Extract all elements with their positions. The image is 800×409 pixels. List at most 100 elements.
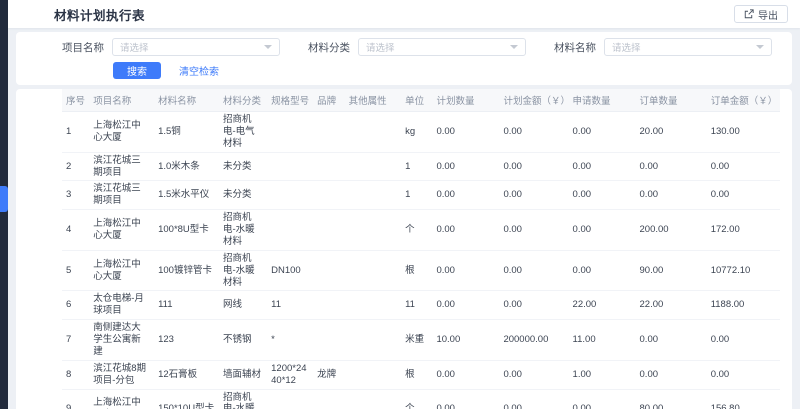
table-row[interactable]: 2滨江花城三期项目1.0米木条未分类10.000.000.000.000.00 xyxy=(62,152,780,181)
column-header: 其他属性 xyxy=(345,89,402,112)
table-cell: 网线 xyxy=(219,291,267,320)
table-row[interactable]: 3滨江花城三期项目1.5米水平仪未分类10.000.000.000.000.00 xyxy=(62,181,780,210)
clear-search-link[interactable]: 清空检索 xyxy=(179,63,219,78)
table-cell: 墙面辅材 xyxy=(219,360,267,389)
chevron-down-icon xyxy=(264,45,272,49)
table-cell: 上海松江中心大厦 xyxy=(89,389,154,409)
column-header: 序号 xyxy=(62,89,89,112)
filter-field-1: 项目名称请选择 xyxy=(62,38,280,56)
table-cell: 未分类 xyxy=(219,181,267,210)
filter-row: 项目名称请选择材料分类请选择材料名称请选择 xyxy=(62,38,778,56)
table-cell: 4 xyxy=(62,210,89,251)
table-row[interactable]: 8滨江花城8期项目-分包12石膏板墙面辅材1200*2440*12龙牌根0.00… xyxy=(62,360,780,389)
table-cell: 0.00 xyxy=(499,250,568,291)
column-header: 材料名称 xyxy=(154,89,219,112)
filter-select[interactable]: 请选择 xyxy=(604,38,772,56)
table-cell: 未分类 xyxy=(219,152,267,181)
table-cell: 20.00 xyxy=(636,112,707,153)
table-cell: 招商机电-电气材料 xyxy=(219,112,267,153)
column-header: 申请数量 xyxy=(569,89,636,112)
column-header: 订单金额（￥） xyxy=(707,89,780,112)
column-header: 材料分类 xyxy=(219,89,267,112)
table-cell xyxy=(345,291,402,320)
table-cell: 0.00 xyxy=(432,389,499,409)
table-cell: 0.00 xyxy=(569,112,636,153)
table-cell xyxy=(345,112,402,153)
table-cell: 1.5米水平仪 xyxy=(154,181,219,210)
table-cell xyxy=(267,210,313,251)
table-cell xyxy=(313,389,344,409)
column-header: 单位 xyxy=(401,89,432,112)
table-cell: 11 xyxy=(267,291,313,320)
table-cell: 5 xyxy=(62,250,89,291)
filter-label: 材料分类 xyxy=(308,40,350,55)
table-cell: 个 xyxy=(401,210,432,251)
filter-select[interactable]: 请选择 xyxy=(358,38,526,56)
table-cell: 156.80 xyxy=(707,389,780,409)
table-cell: 0.00 xyxy=(432,210,499,251)
table-cell: 8 xyxy=(62,360,89,389)
table-cell: 172.00 xyxy=(707,210,780,251)
table-row[interactable]: 6太仓电梯-月球项目111网线11110.000.0022.0022.00118… xyxy=(62,291,780,320)
table-cell: 1.0米木条 xyxy=(154,152,219,181)
column-header: 订单数量 xyxy=(636,89,707,112)
table-cell xyxy=(313,250,344,291)
sidebar-expand-handle[interactable] xyxy=(0,186,8,212)
filter-field-3: 材料名称请选择 xyxy=(554,38,772,56)
table-cell: 0.00 xyxy=(432,360,499,389)
table-cell xyxy=(313,181,344,210)
table-cell: 0.00 xyxy=(499,181,568,210)
table-cell: 米重 xyxy=(401,320,432,361)
table-cell: 招商机电-水暖材料 xyxy=(219,250,267,291)
table-cell xyxy=(345,250,402,291)
filter-placeholder: 请选择 xyxy=(612,40,641,54)
table-row[interactable]: 5上海松江中心大厦100镀锌管卡招商机电-水暖材料DN100根0.000.000… xyxy=(62,250,780,291)
table-cell: 0.00 xyxy=(499,112,568,153)
table-cell xyxy=(313,320,344,361)
table-cell xyxy=(345,389,402,409)
table-cell: 1.5铜 xyxy=(154,112,219,153)
table-cell: 22.00 xyxy=(636,291,707,320)
table-cell: 龙牌 xyxy=(313,360,344,389)
table-cell: 200.00 xyxy=(636,210,707,251)
table-cell: 上海松江中心大厦 xyxy=(89,112,154,153)
table-cell: 2 xyxy=(62,152,89,181)
table-cell: kg xyxy=(401,112,432,153)
table-cell: 0.00 xyxy=(499,360,568,389)
search-button[interactable]: 搜索 xyxy=(113,62,161,79)
table-cell: 1.00 xyxy=(569,360,636,389)
table-cell: 0.00 xyxy=(499,389,568,409)
table-cell xyxy=(345,320,402,361)
table-row[interactable]: 9上海松江中心大厦150*10U型卡招商机电-水暖材料个0.000.000.00… xyxy=(62,389,780,409)
column-header: 计划数量 xyxy=(432,89,499,112)
table-cell: 111 xyxy=(154,291,219,320)
column-header: 品牌 xyxy=(313,89,344,112)
table-cell: 不锈钢 xyxy=(219,320,267,361)
table-cell xyxy=(313,210,344,251)
export-icon xyxy=(744,9,754,19)
table-cell: 0.00 xyxy=(499,291,568,320)
table-row[interactable]: 4上海松江中心大厦100*8U型卡招商机电-水暖材料个0.000.000.002… xyxy=(62,210,780,251)
table-cell: 0.00 xyxy=(569,210,636,251)
table-cell: 10772.10 xyxy=(707,250,780,291)
table-cell: 招商机电-水暖材料 xyxy=(219,389,267,409)
table-cell: 0.00 xyxy=(432,181,499,210)
export-button[interactable]: 导出 xyxy=(734,5,788,23)
column-header: 计划金额（￥） xyxy=(499,89,568,112)
top-bar: 材料计划执行表 导出 xyxy=(8,0,800,28)
table-cell: 9 xyxy=(62,389,89,409)
main-area: 材料计划执行表 导出 项目名称请选择材料分类请选择材料名称请选择 搜索 清空检索… xyxy=(8,0,800,409)
chevron-down-icon xyxy=(510,45,518,49)
filter-placeholder: 请选择 xyxy=(120,40,149,54)
table-row[interactable]: 1上海松江中心大厦1.5铜招商机电-电气材料kg0.000.000.0020.0… xyxy=(62,112,780,153)
filter-select[interactable]: 请选择 xyxy=(112,38,280,56)
table-cell: 太仓电梯-月球项目 xyxy=(89,291,154,320)
table-row[interactable]: 7南侧建达大学生公寓新建123不锈钢*米重10.00200000.0011.00… xyxy=(62,320,780,361)
table-cell: 上海松江中心大厦 xyxy=(89,210,154,251)
table-cell: 0.00 xyxy=(636,181,707,210)
table-cell: 22.00 xyxy=(569,291,636,320)
table-cell: 3 xyxy=(62,181,89,210)
table-cell: 0.00 xyxy=(636,320,707,361)
table-cell xyxy=(345,152,402,181)
table-cell xyxy=(345,360,402,389)
